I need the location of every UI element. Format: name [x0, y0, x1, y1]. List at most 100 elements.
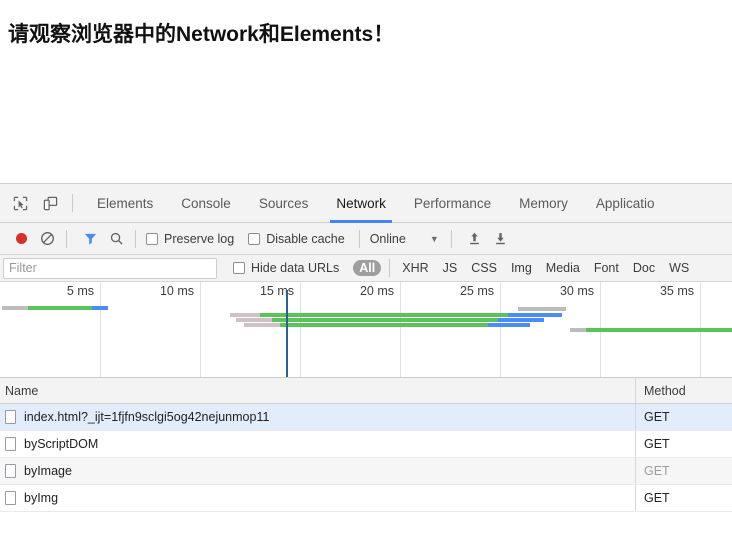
filter-input[interactable]	[3, 258, 217, 279]
waterfall-segment-stalled	[244, 323, 280, 327]
request-name-cell: byImage	[0, 464, 635, 478]
toolbar-divider-4	[359, 230, 360, 248]
waterfall-segment-download	[280, 323, 488, 327]
filter-icon[interactable]	[77, 227, 103, 251]
type-filter-css[interactable]: CSS	[465, 260, 503, 276]
timeline-tick-label: 35 ms	[660, 284, 700, 298]
request-name-cell: byScriptDOM	[0, 437, 635, 451]
timeline-tick-label: 5 ms	[67, 284, 100, 298]
document-icon	[5, 491, 16, 505]
devtools-tabstrip: Elements Console Sources Network Perform…	[0, 184, 732, 223]
hide-data-urls-label: Hide data URLs	[251, 261, 339, 275]
waterfall-segment-finish	[498, 318, 544, 322]
table-row[interactable]: byImg GET	[0, 485, 732, 512]
tab-memory[interactable]: Memory	[505, 184, 582, 223]
waterfall-segment-stalled	[570, 328, 586, 332]
toolbar-divider	[72, 194, 73, 212]
column-header-method[interactable]: Method	[635, 378, 732, 403]
waterfall-segment-download	[586, 328, 732, 332]
import-har-icon[interactable]	[462, 227, 488, 251]
export-har-icon[interactable]	[488, 227, 514, 251]
resource-type-filters: All XHR JS CSS Img Media Font Doc WS	[353, 259, 697, 277]
request-name: byScriptDOM	[24, 437, 98, 451]
devtools-panel: Elements Console Sources Network Perform…	[0, 183, 732, 540]
tab-sources[interactable]: Sources	[245, 184, 323, 223]
request-name-cell: byImg	[0, 491, 635, 505]
type-filter-media[interactable]: Media	[540, 260, 586, 276]
request-name-cell: index.html?_ijt=1fjfn9sclgi5og42nejunmop…	[0, 410, 635, 424]
timeline-tick-label: 25 ms	[460, 284, 500, 298]
filter-divider	[389, 259, 390, 277]
document-icon	[5, 437, 16, 451]
checkbox-box	[233, 262, 245, 274]
record-dot-icon	[16, 233, 27, 244]
toolbar-divider-5	[451, 230, 452, 248]
timeline-tick-label: 15 ms	[260, 284, 300, 298]
tab-label: Console	[181, 196, 231, 211]
screenshot-root: 请观察浏览器中的Network和Elements！ Elements Conso…	[0, 0, 732, 540]
waterfall-bar	[0, 313, 732, 317]
tab-label: Applicatio	[596, 196, 655, 211]
request-method-cell: GET	[635, 404, 732, 430]
disable-cache-label: Disable cache	[266, 232, 345, 246]
checkbox-box	[146, 233, 158, 245]
record-button[interactable]	[8, 227, 34, 251]
type-filter-doc[interactable]: Doc	[627, 260, 661, 276]
type-filter-ws[interactable]: WS	[663, 260, 695, 276]
network-action-toolbar: Preserve log Disable cache Online ▼	[0, 223, 732, 255]
requests-table: Name Method index.html?_ijt=1fjfn9sclgi5…	[0, 378, 732, 512]
request-method-cell: GET	[635, 458, 732, 484]
dom-content-loaded-marker	[286, 290, 288, 377]
table-row[interactable]: byImage GET	[0, 458, 732, 485]
document-icon	[5, 410, 16, 424]
type-filter-img[interactable]: Img	[505, 260, 538, 276]
column-header-name[interactable]: Name	[0, 384, 635, 398]
tab-label: Sources	[259, 196, 309, 211]
type-filter-font[interactable]: Font	[588, 260, 625, 276]
device-toolbar-icon[interactable]	[36, 190, 64, 216]
tab-elements[interactable]: Elements	[83, 184, 167, 223]
chevron-down-icon[interactable]: ▼	[430, 234, 439, 244]
waterfall-segment-finish	[508, 313, 562, 317]
table-header-row: Name Method	[0, 378, 732, 404]
type-filter-js[interactable]: JS	[437, 260, 464, 276]
timeline-tick-label: 30 ms	[560, 284, 600, 298]
type-filter-xhr[interactable]: XHR	[396, 260, 434, 276]
timeline-tick-label: 10 ms	[160, 284, 200, 298]
toolbar-divider-2	[66, 230, 67, 248]
request-name: byImg	[24, 491, 58, 505]
waterfall-segment-finish	[488, 323, 530, 327]
tab-label: Performance	[414, 196, 491, 211]
inspect-element-icon[interactable]	[6, 190, 34, 216]
tab-network[interactable]: Network	[322, 184, 400, 223]
network-filter-bar: Hide data URLs All XHR JS CSS Img Media …	[0, 255, 732, 282]
checkbox-box	[248, 233, 260, 245]
request-method-cell: GET	[635, 431, 732, 457]
table-row[interactable]: byScriptDOM GET	[0, 431, 732, 458]
table-row[interactable]: index.html?_ijt=1fjfn9sclgi5og42nejunmop…	[0, 404, 732, 431]
waterfall-segment-stalled	[230, 313, 260, 317]
waterfall-segment-download	[260, 313, 508, 317]
throttling-select[interactable]: Online	[370, 232, 406, 246]
tab-application[interactable]: Applicatio	[582, 184, 669, 223]
waterfall-bar	[0, 323, 732, 327]
clear-button[interactable]	[34, 227, 60, 251]
tab-performance[interactable]: Performance	[400, 184, 505, 223]
waterfall-bar	[0, 328, 732, 332]
waterfall-bar	[0, 307, 732, 311]
waterfall-segment-download	[272, 318, 498, 322]
hide-data-urls-checkbox[interactable]: Hide data URLs	[233, 261, 339, 275]
tab-label: Elements	[97, 196, 153, 211]
search-icon[interactable]	[103, 227, 129, 251]
network-overview-timeline[interactable]: 5 ms10 ms15 ms20 ms25 ms30 ms35 ms	[0, 282, 732, 378]
tab-label: Memory	[519, 196, 568, 211]
page-heading: 请观察浏览器中的Network和Elements！	[8, 18, 394, 48]
waterfall-segment-stalled	[518, 307, 566, 311]
preserve-log-checkbox[interactable]: Preserve log	[146, 232, 234, 246]
tab-label: Network	[336, 196, 386, 211]
request-name: index.html?_ijt=1fjfn9sclgi5og42nejunmop…	[24, 410, 269, 424]
tab-console[interactable]: Console	[167, 184, 245, 223]
disable-cache-checkbox[interactable]: Disable cache	[248, 232, 345, 246]
type-filter-all[interactable]: All	[353, 260, 381, 276]
request-name: byImage	[24, 464, 72, 478]
